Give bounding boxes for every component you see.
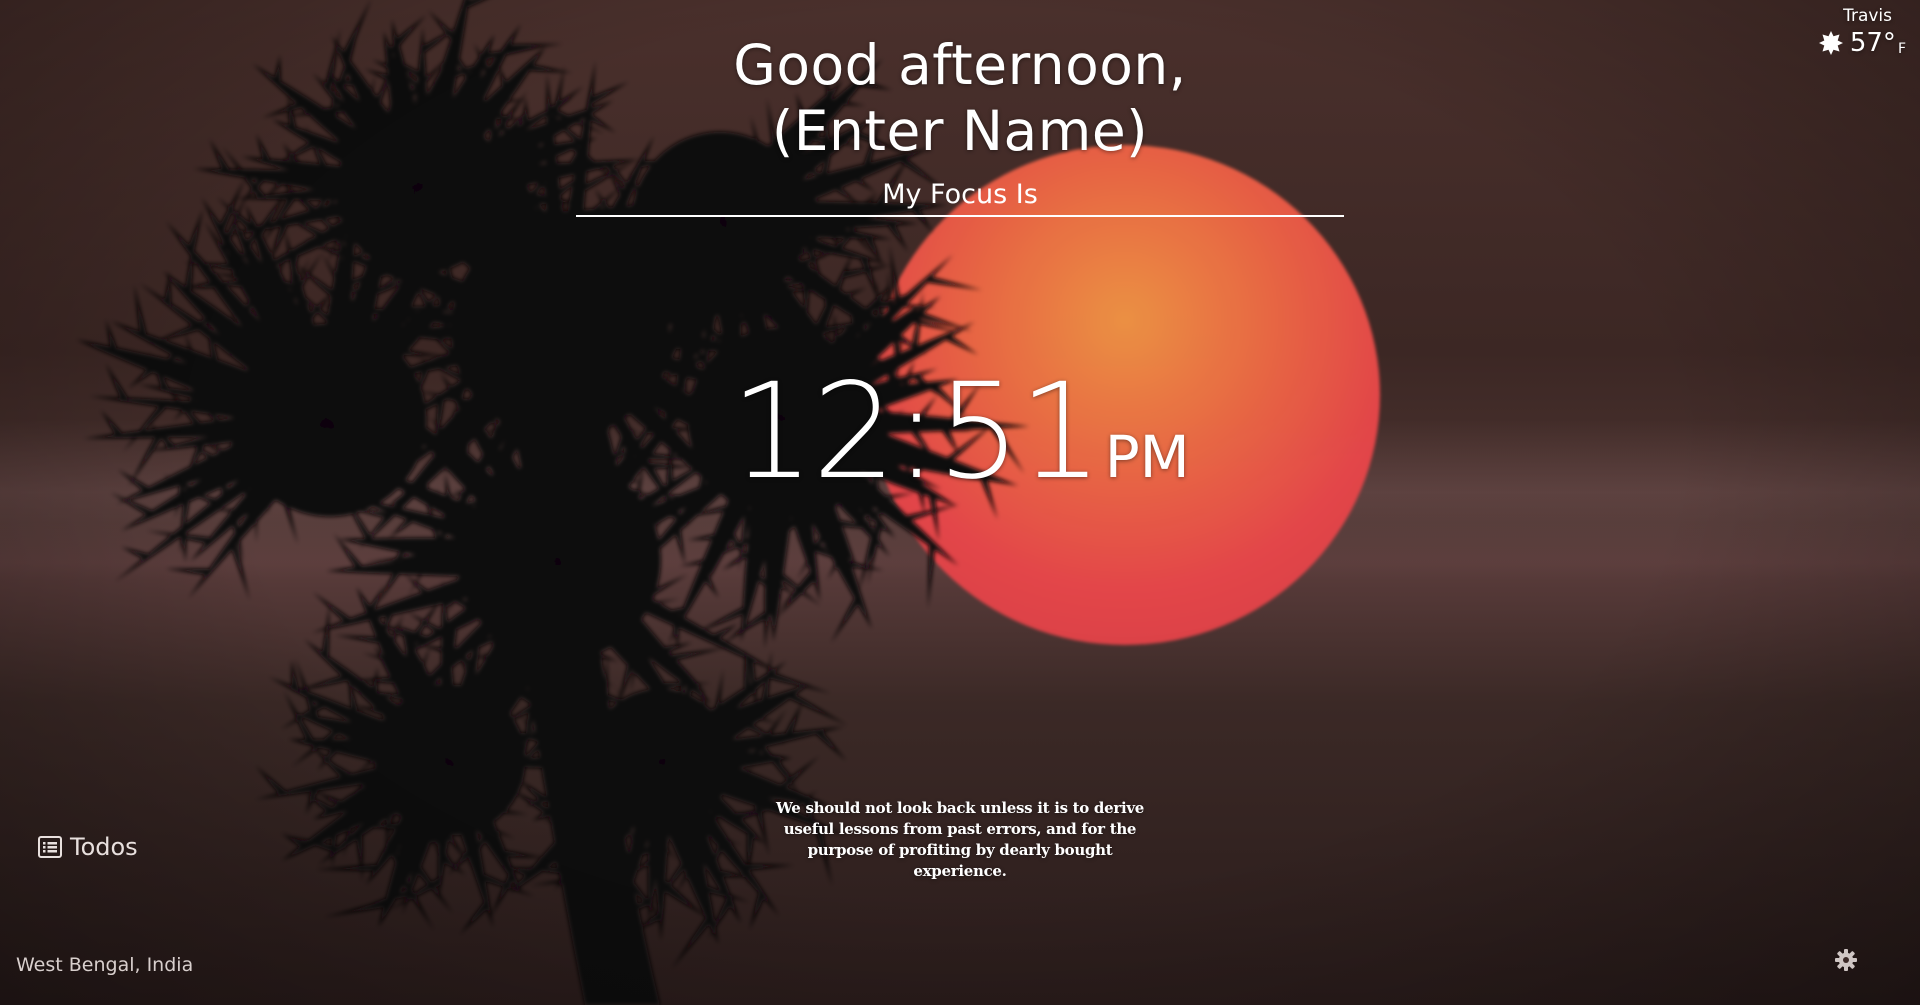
name-field[interactable]: (Enter Name) bbox=[560, 98, 1360, 164]
weather-city: Travis bbox=[1843, 6, 1892, 26]
weather-temperature: 57° bbox=[1849, 28, 1896, 58]
weather-widget[interactable]: Travis 57° F bbox=[1746, 6, 1906, 58]
quote: We should not look back unless it is to … bbox=[775, 799, 1145, 880]
background: Travis 57° F Good afternoon, (Enter Name… bbox=[0, 0, 1920, 1005]
clock: 12:51PM bbox=[560, 355, 1360, 509]
clock-time: 12:51 bbox=[730, 355, 1102, 509]
todos-label: Todos bbox=[70, 833, 138, 861]
greeting: Good afternoon, (Enter Name) bbox=[560, 32, 1360, 164]
weather-unit: F bbox=[1897, 41, 1906, 57]
photo-location[interactable]: West Bengal, India bbox=[16, 954, 193, 976]
todos-button[interactable]: Todos bbox=[38, 833, 138, 861]
greeting-line: Good afternoon, bbox=[733, 33, 1187, 97]
gear-icon[interactable] bbox=[1834, 948, 1858, 972]
focus-field bbox=[576, 175, 1344, 217]
weather-row: 57° F bbox=[1746, 28, 1906, 58]
sun-icon bbox=[1818, 31, 1843, 55]
list-icon bbox=[38, 836, 62, 858]
clock-ampm: PM bbox=[1104, 423, 1190, 491]
focus-input[interactable] bbox=[576, 175, 1344, 213]
